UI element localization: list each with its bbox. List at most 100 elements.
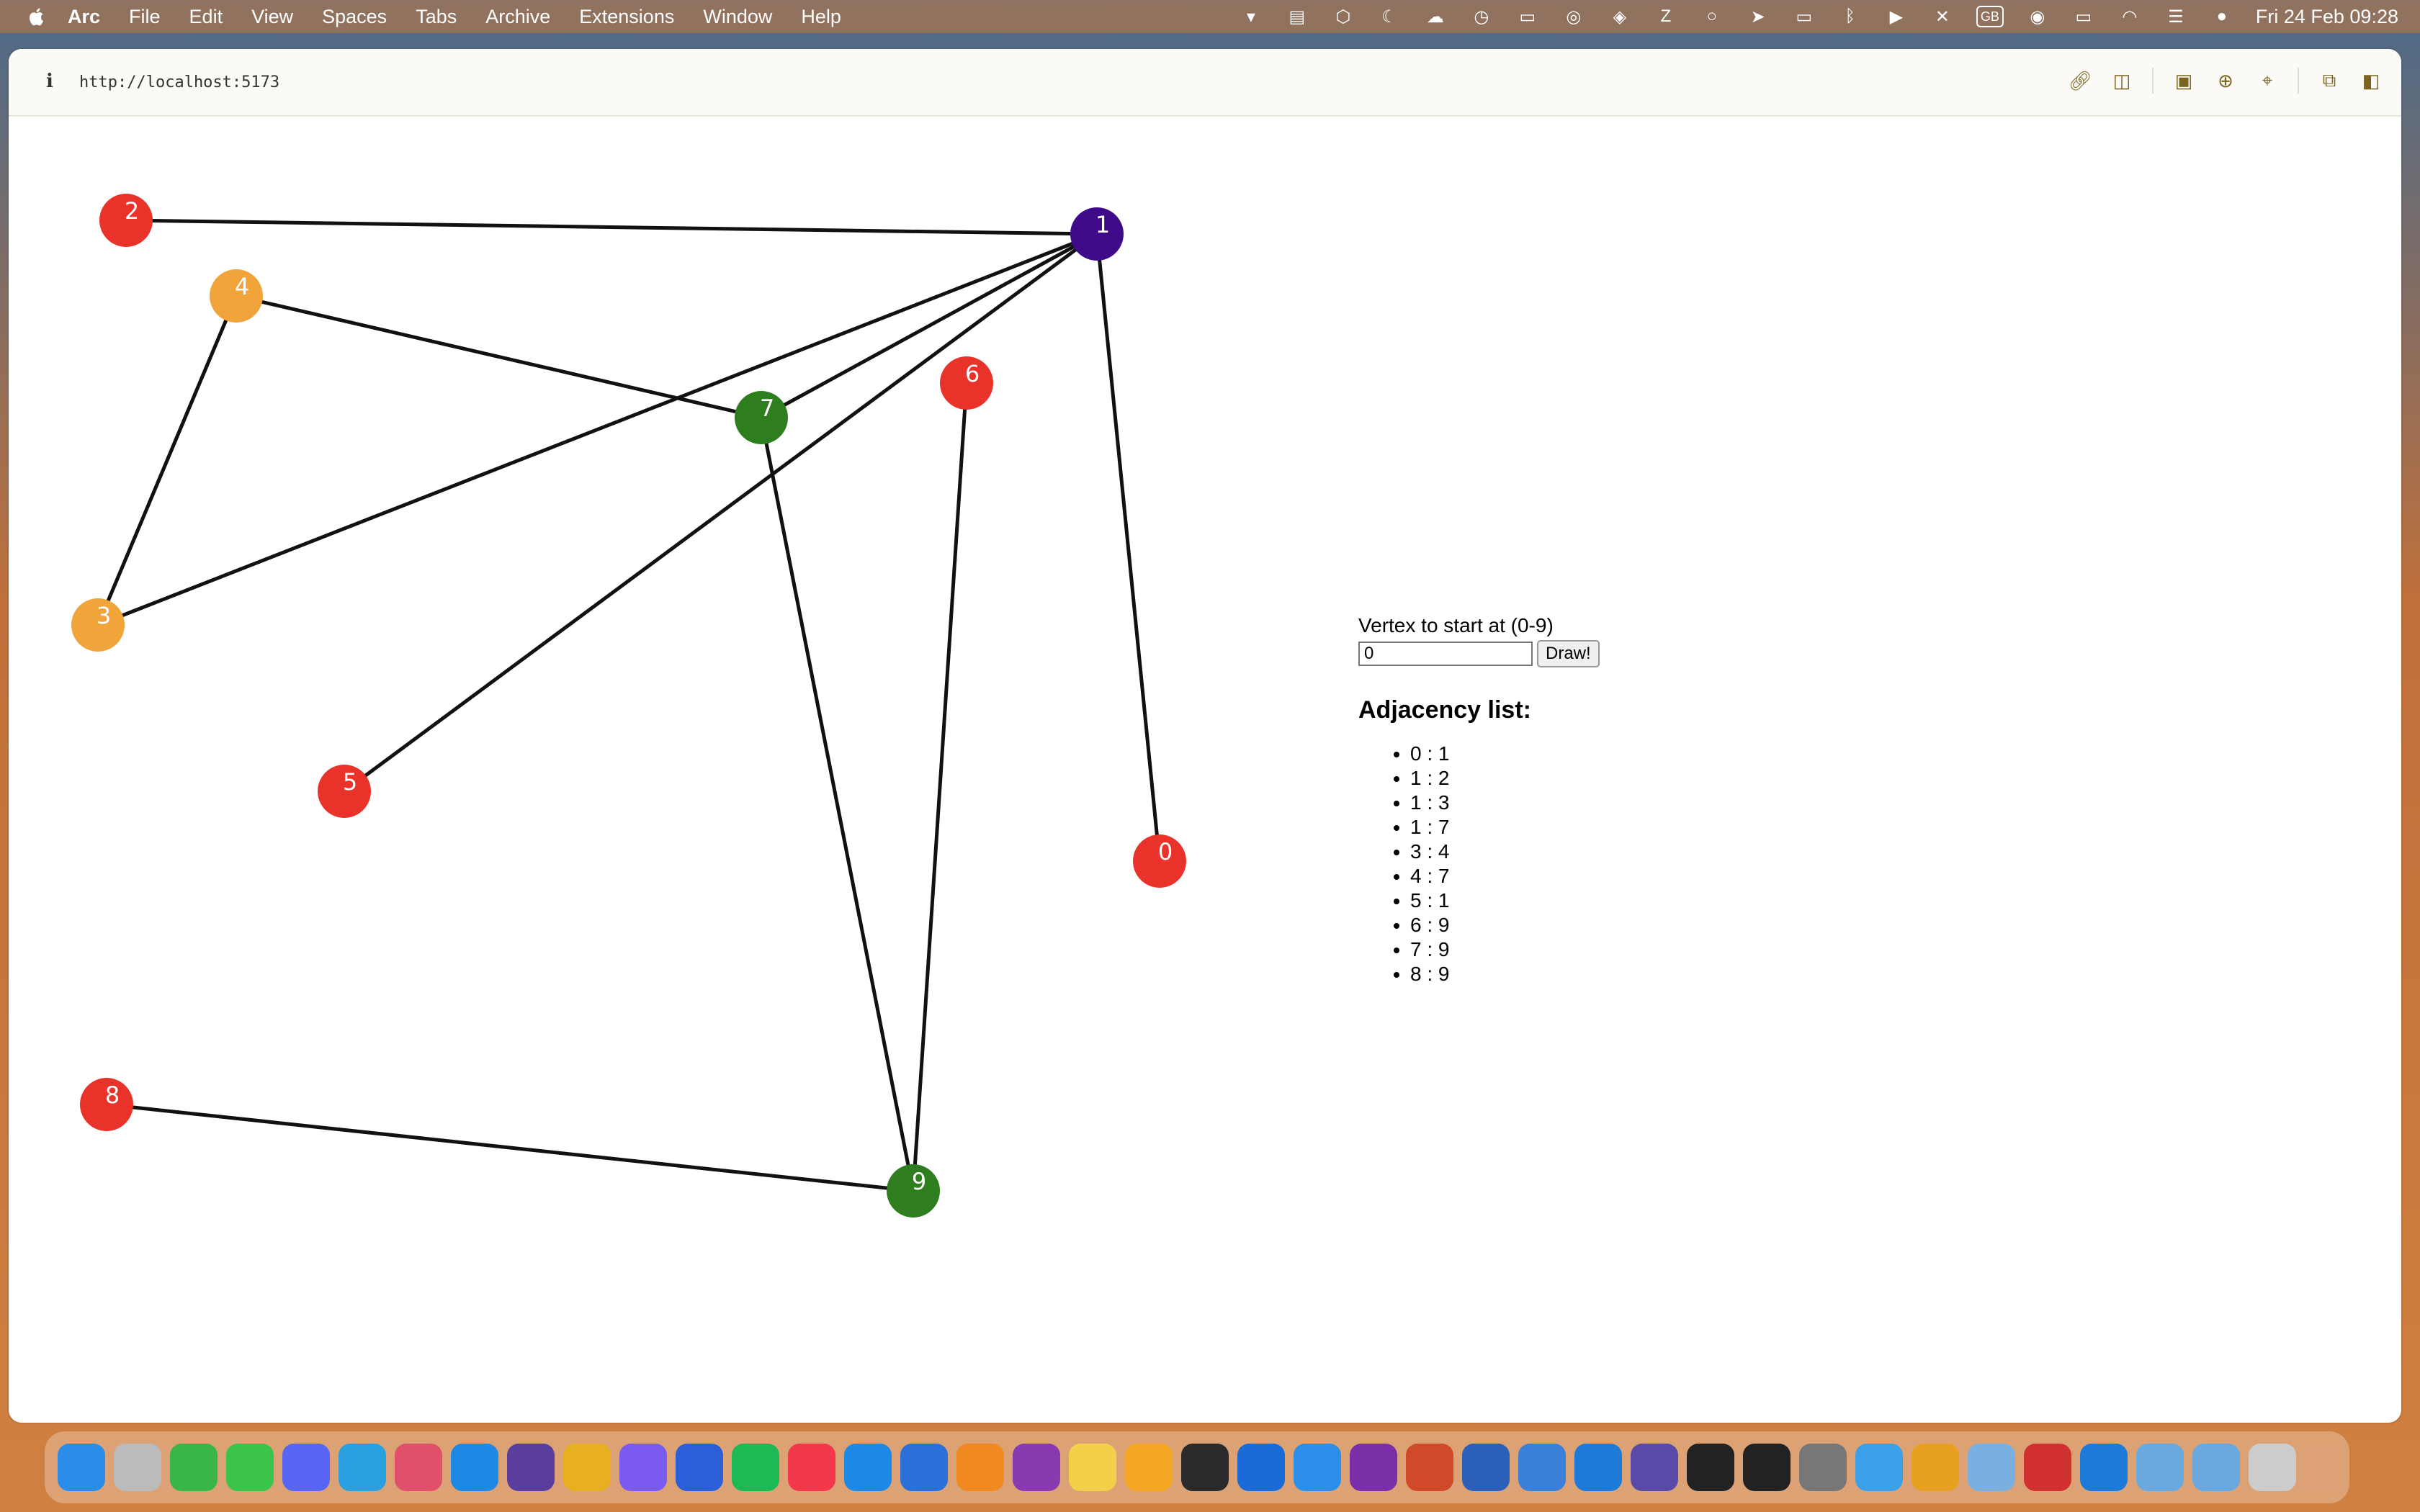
vpn-icon[interactable]: ▾ <box>1239 7 1263 27</box>
sidebar-toggle-icon[interactable]: ◧ <box>2360 69 2383 92</box>
folder-icon-2[interactable] <box>2192 1444 2240 1491</box>
adjacency-item: 0 : 1 <box>1410 742 1600 766</box>
vertex-label: 3 <box>97 602 111 629</box>
circle-icon[interactable]: ○ <box>1700 6 1724 26</box>
screenshot-icon[interactable]: ◫ <box>2110 69 2133 92</box>
safari-icon[interactable] <box>451 1444 498 1491</box>
clapper-icon[interactable]: ▭ <box>1515 7 1540 27</box>
adjacency-item: 7 : 9 <box>1410 937 1600 962</box>
cloud-icon[interactable]: ☁ <box>1423 7 1448 27</box>
folder-icon[interactable] <box>2136 1444 2184 1491</box>
affinity-icon[interactable] <box>395 1444 442 1491</box>
vertex-start-input[interactable] <box>1358 642 1533 666</box>
mail-icon[interactable] <box>1294 1444 1341 1491</box>
browser-icon[interactable] <box>507 1444 555 1491</box>
draw-button[interactable]: Draw! <box>1537 640 1600 667</box>
onenote-icon[interactable] <box>1350 1444 1397 1491</box>
menu-view[interactable]: View <box>251 6 293 28</box>
app-icon[interactable] <box>1181 1444 1229 1491</box>
time-machine-icon[interactable]: ◷ <box>1469 7 1494 27</box>
site-info-icon[interactable]: i <box>46 71 53 92</box>
vscode-icon[interactable] <box>1574 1444 1622 1491</box>
transmit-icon[interactable] <box>1912 1444 1959 1491</box>
location-icon[interactable]: ➤ <box>1746 7 1770 27</box>
sourcetree-icon[interactable] <box>1631 1444 1678 1491</box>
clock[interactable]: Fri 24 Feb 09:28 <box>2256 6 2398 28</box>
siri-icon[interactable]: ● <box>2210 6 2234 26</box>
menu-help[interactable]: Help <box>801 6 841 28</box>
keyboard-layout-indicator[interactable]: GB <box>1976 6 2004 27</box>
target-icon[interactable]: ⌖ <box>2256 69 2279 92</box>
menu-extensions[interactable]: Extensions <box>579 6 674 28</box>
bluetooth-icon[interactable]: ᛒ <box>1838 6 1863 26</box>
affinity-photo-icon[interactable] <box>1013 1444 1060 1491</box>
graph-edge-5-1 <box>343 232 1098 793</box>
vertex-label: 5 <box>343 768 357 796</box>
system-settings-icon[interactable] <box>1799 1444 1847 1491</box>
graph-vertex-4: 4 <box>210 269 263 323</box>
music-icon[interactable] <box>788 1444 835 1491</box>
trash-icon[interactable] <box>2249 1444 2296 1491</box>
books-icon[interactable] <box>956 1444 1004 1491</box>
messages-icon[interactable] <box>226 1444 274 1491</box>
menu-arc[interactable]: Arc <box>68 6 100 28</box>
chrome-icon[interactable] <box>563 1444 611 1491</box>
vertex-label: 1 <box>1095 211 1110 238</box>
user-icon[interactable]: ◉ <box>2025 7 2050 27</box>
telegram-icon[interactable] <box>339 1444 386 1491</box>
globe-icon[interactable]: ⊕ <box>2214 69 2237 92</box>
apple-icon[interactable] <box>27 6 46 27</box>
cleaner-icon[interactable]: ▤ <box>1285 7 1309 27</box>
preview-icon[interactable] <box>1968 1444 2015 1491</box>
extensions-icon[interactable]: ⧉ <box>2318 69 2341 92</box>
graph-canvas: 0 1 2 3 4 5 6 7 8 9 <box>71 194 1186 1218</box>
url-bar[interactable]: http://localhost:5173 <box>79 73 279 91</box>
discord-icon[interactable] <box>282 1444 330 1491</box>
vertex-start-label: Vertex to start at (0-9) <box>1358 614 1554 636</box>
activity-monitor-icon[interactable] <box>1687 1444 1734 1491</box>
play-icon[interactable]: ▶ <box>1884 7 1909 27</box>
sketch-icon[interactable] <box>1125 1444 1173 1491</box>
firefox-icon[interactable] <box>676 1444 723 1491</box>
wifi-icon[interactable]: ◠ <box>2118 7 2142 27</box>
graph-vertex-8: 8 <box>80 1078 133 1131</box>
xcode-tools-icon[interactable] <box>900 1444 948 1491</box>
safari-tech-icon[interactable] <box>619 1444 667 1491</box>
cube-icon[interactable]: ⬡ <box>1331 7 1355 27</box>
menu-file[interactable]: File <box>129 6 161 28</box>
arc-icon[interactable] <box>1855 1444 1903 1491</box>
powerpoint-icon[interactable] <box>1406 1444 1453 1491</box>
xcode-icon[interactable] <box>1518 1444 1566 1491</box>
notes-icon[interactable] <box>1069 1444 1116 1491</box>
copy-link-icon[interactable]: 🔗︎ <box>2069 69 2092 92</box>
graph-edge-6-9 <box>911 382 969 1192</box>
facetime-icon[interactable] <box>170 1444 218 1491</box>
menu-spaces[interactable]: Spaces <box>322 6 387 28</box>
keynote-icon[interactable] <box>1237 1444 1285 1491</box>
menu-edit[interactable]: Edit <box>189 6 223 28</box>
layers-icon[interactable]: ◈ <box>1608 7 1632 27</box>
graph-vertex-0: 0 <box>1133 834 1186 888</box>
graph-edge-4-7 <box>236 294 762 420</box>
moon-icon[interactable]: ☾ <box>1377 7 1402 27</box>
word-icon[interactable] <box>1462 1444 1510 1491</box>
terminal-icon[interactable]: ▣ <box>2172 69 2195 92</box>
menu-archive[interactable]: Archive <box>485 6 550 28</box>
z-app-icon[interactable]: Z <box>1654 6 1678 26</box>
finder-icon[interactable] <box>58 1444 105 1491</box>
mute-icon[interactable]: ✕ <box>1930 7 1955 27</box>
menu-window[interactable]: Window <box>703 6 772 28</box>
display-icon[interactable]: ▭ <box>1792 7 1816 27</box>
launchpad-icon[interactable] <box>114 1444 161 1491</box>
photo-booth-icon[interactable] <box>2024 1444 2071 1491</box>
terminal-icon[interactable] <box>1743 1444 1791 1491</box>
battery-icon[interactable]: ▭ <box>2071 7 2096 27</box>
menu-tabs[interactable]: Tabs <box>416 6 457 28</box>
toolbar-divider <box>2298 68 2299 94</box>
airdrop-icon[interactable]: ◎ <box>1561 7 1586 27</box>
spotify-icon[interactable] <box>732 1444 779 1491</box>
control-center-icon[interactable]: ☰ <box>2164 7 2188 27</box>
app-store-icon[interactable] <box>844 1444 892 1491</box>
vscode-icon-2[interactable] <box>2080 1444 2128 1491</box>
vertex-input-row: Draw! <box>1358 640 1600 667</box>
